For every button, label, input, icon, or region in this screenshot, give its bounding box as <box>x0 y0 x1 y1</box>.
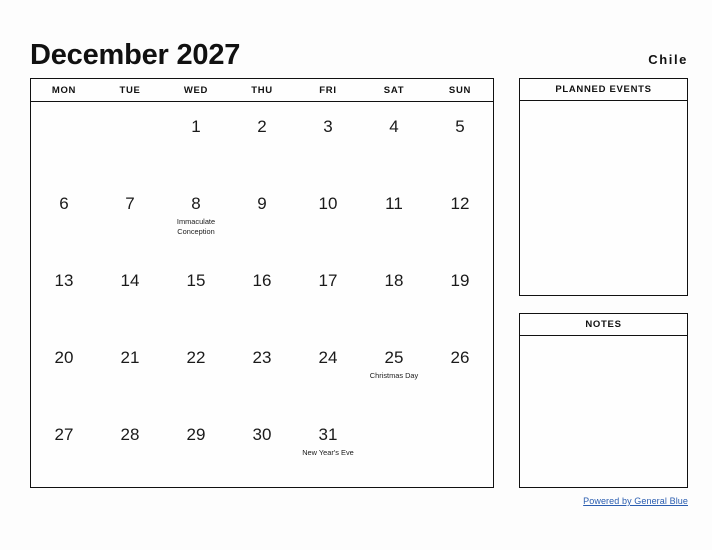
page-title: December 2027 <box>30 39 241 71</box>
day-holiday: New Year's Eve <box>302 448 354 457</box>
day-cell[interactable]: 2 <box>229 102 295 179</box>
day-cell[interactable]: 18 <box>361 256 427 333</box>
day-cell[interactable]: 31 New Year's Eve <box>295 410 361 487</box>
weekday-header-tue: TUE <box>119 84 141 96</box>
planned-events-panel: PLANNED EVENTS <box>519 78 688 296</box>
weekday-header-fri: FRI <box>319 84 337 96</box>
weekday-header-mon: MON <box>51 84 77 96</box>
day-cell[interactable]: 15 <box>163 256 229 333</box>
day-cell[interactable]: 4 <box>361 102 427 179</box>
weekday-header-sat: SAT <box>383 84 405 96</box>
day-cell[interactable]: 16 <box>229 256 295 333</box>
day-cell[interactable] <box>361 410 427 487</box>
day-cell[interactable]: 23 <box>229 333 295 410</box>
calendar-page: December 2027 Chile MON TUE WED THU FRI … <box>0 0 712 550</box>
day-cell[interactable]: 7 <box>97 179 163 256</box>
day-holiday: Immaculate Conception <box>176 217 216 236</box>
calendar-week-row: 6 7 8 Immaculate Conception 9 10 11 12 <box>31 179 493 256</box>
day-number: 27 <box>54 425 74 444</box>
calendar-week-row: 13 14 15 16 17 18 19 <box>31 256 493 333</box>
day-cell[interactable] <box>97 102 163 179</box>
day-cell[interactable]: 22 <box>163 333 229 410</box>
day-cell[interactable]: 1 <box>163 102 229 179</box>
day-number: 26 <box>450 348 470 367</box>
day-cell[interactable]: 9 <box>229 179 295 256</box>
day-number: 10 <box>318 194 338 213</box>
day-cell[interactable]: 12 <box>427 179 493 256</box>
day-cell[interactable]: 13 <box>31 256 97 333</box>
day-number: 14 <box>120 271 140 290</box>
day-cell[interactable]: 20 <box>31 333 97 410</box>
day-cell[interactable]: 8 Immaculate Conception <box>163 179 229 256</box>
day-number: 31 <box>318 425 338 444</box>
day-cell[interactable]: 10 <box>295 179 361 256</box>
notes-panel: NOTES <box>519 313 688 488</box>
day-cell[interactable]: 17 <box>295 256 361 333</box>
day-number: 19 <box>450 271 470 290</box>
planned-events-body[interactable] <box>520 101 687 296</box>
notes-title: NOTES <box>520 314 687 336</box>
day-cell[interactable]: 6 <box>31 179 97 256</box>
planned-events-title: PLANNED EVENTS <box>520 79 687 101</box>
weekday-header-sun: SUN <box>448 84 472 96</box>
day-number: 28 <box>120 425 140 444</box>
day-cell[interactable] <box>31 102 97 179</box>
weekday-header-wed: WED <box>183 84 209 96</box>
day-cell[interactable]: 24 <box>295 333 361 410</box>
day-number: 15 <box>186 271 206 290</box>
weekday-header-thu: THU <box>251 84 273 96</box>
calendar-week-row: 20 21 22 23 24 25 Christmas Day 26 <box>31 333 493 410</box>
calendar-week-row: 1 2 3 4 5 <box>31 102 493 179</box>
day-number: 5 <box>455 117 465 136</box>
day-number: 30 <box>252 425 272 444</box>
powered-by-link[interactable]: Powered by General Blue <box>583 496 688 506</box>
calendar-weeks: 1 2 3 4 5 6 7 8 Immaculate Conception 9 … <box>31 102 493 487</box>
weekday-header-row: MON TUE WED THU FRI SAT SUN <box>31 79 493 102</box>
day-number: 23 <box>252 348 272 367</box>
day-number: 24 <box>318 348 338 367</box>
day-number: 3 <box>323 117 333 136</box>
day-number: 8 <box>191 194 201 213</box>
day-number: 4 <box>389 117 399 136</box>
day-cell[interactable]: 30 <box>229 410 295 487</box>
day-cell[interactable] <box>427 410 493 487</box>
day-cell[interactable]: 3 <box>295 102 361 179</box>
calendar-week-row: 27 28 29 30 31 New Year's Eve <box>31 410 493 487</box>
day-number: 7 <box>125 194 135 213</box>
day-number: 6 <box>59 194 69 213</box>
day-holiday: Christmas Day <box>369 371 419 380</box>
day-cell[interactable]: 21 <box>97 333 163 410</box>
day-cell[interactable]: 19 <box>427 256 493 333</box>
day-cell[interactable]: 27 <box>31 410 97 487</box>
footer: Powered by General Blue <box>30 496 688 506</box>
day-number: 13 <box>54 271 74 290</box>
day-cell[interactable]: 25 Christmas Day <box>361 333 427 410</box>
day-number: 11 <box>385 194 403 213</box>
day-number: 21 <box>120 348 140 367</box>
day-cell[interactable]: 28 <box>97 410 163 487</box>
day-number: 25 <box>384 348 404 367</box>
region-label: Chile <box>648 52 688 67</box>
day-cell[interactable]: 29 <box>163 410 229 487</box>
day-number: 17 <box>318 271 338 290</box>
day-cell[interactable]: 26 <box>427 333 493 410</box>
day-number: 16 <box>252 271 272 290</box>
day-number: 12 <box>450 194 470 213</box>
notes-body[interactable] <box>520 336 687 488</box>
day-number: 1 <box>191 117 201 136</box>
day-number: 2 <box>257 117 267 136</box>
calendar-grid: MON TUE WED THU FRI SAT SUN 1 2 3 4 5 6 … <box>30 78 494 488</box>
day-number: 22 <box>186 348 206 367</box>
day-number: 9 <box>257 194 267 213</box>
day-number: 29 <box>186 425 206 444</box>
day-cell[interactable]: 5 <box>427 102 493 179</box>
day-number: 20 <box>54 348 74 367</box>
day-number: 18 <box>384 271 404 290</box>
day-cell[interactable]: 14 <box>97 256 163 333</box>
page-header: December 2027 Chile <box>30 28 688 70</box>
day-cell[interactable]: 11 <box>361 179 427 256</box>
